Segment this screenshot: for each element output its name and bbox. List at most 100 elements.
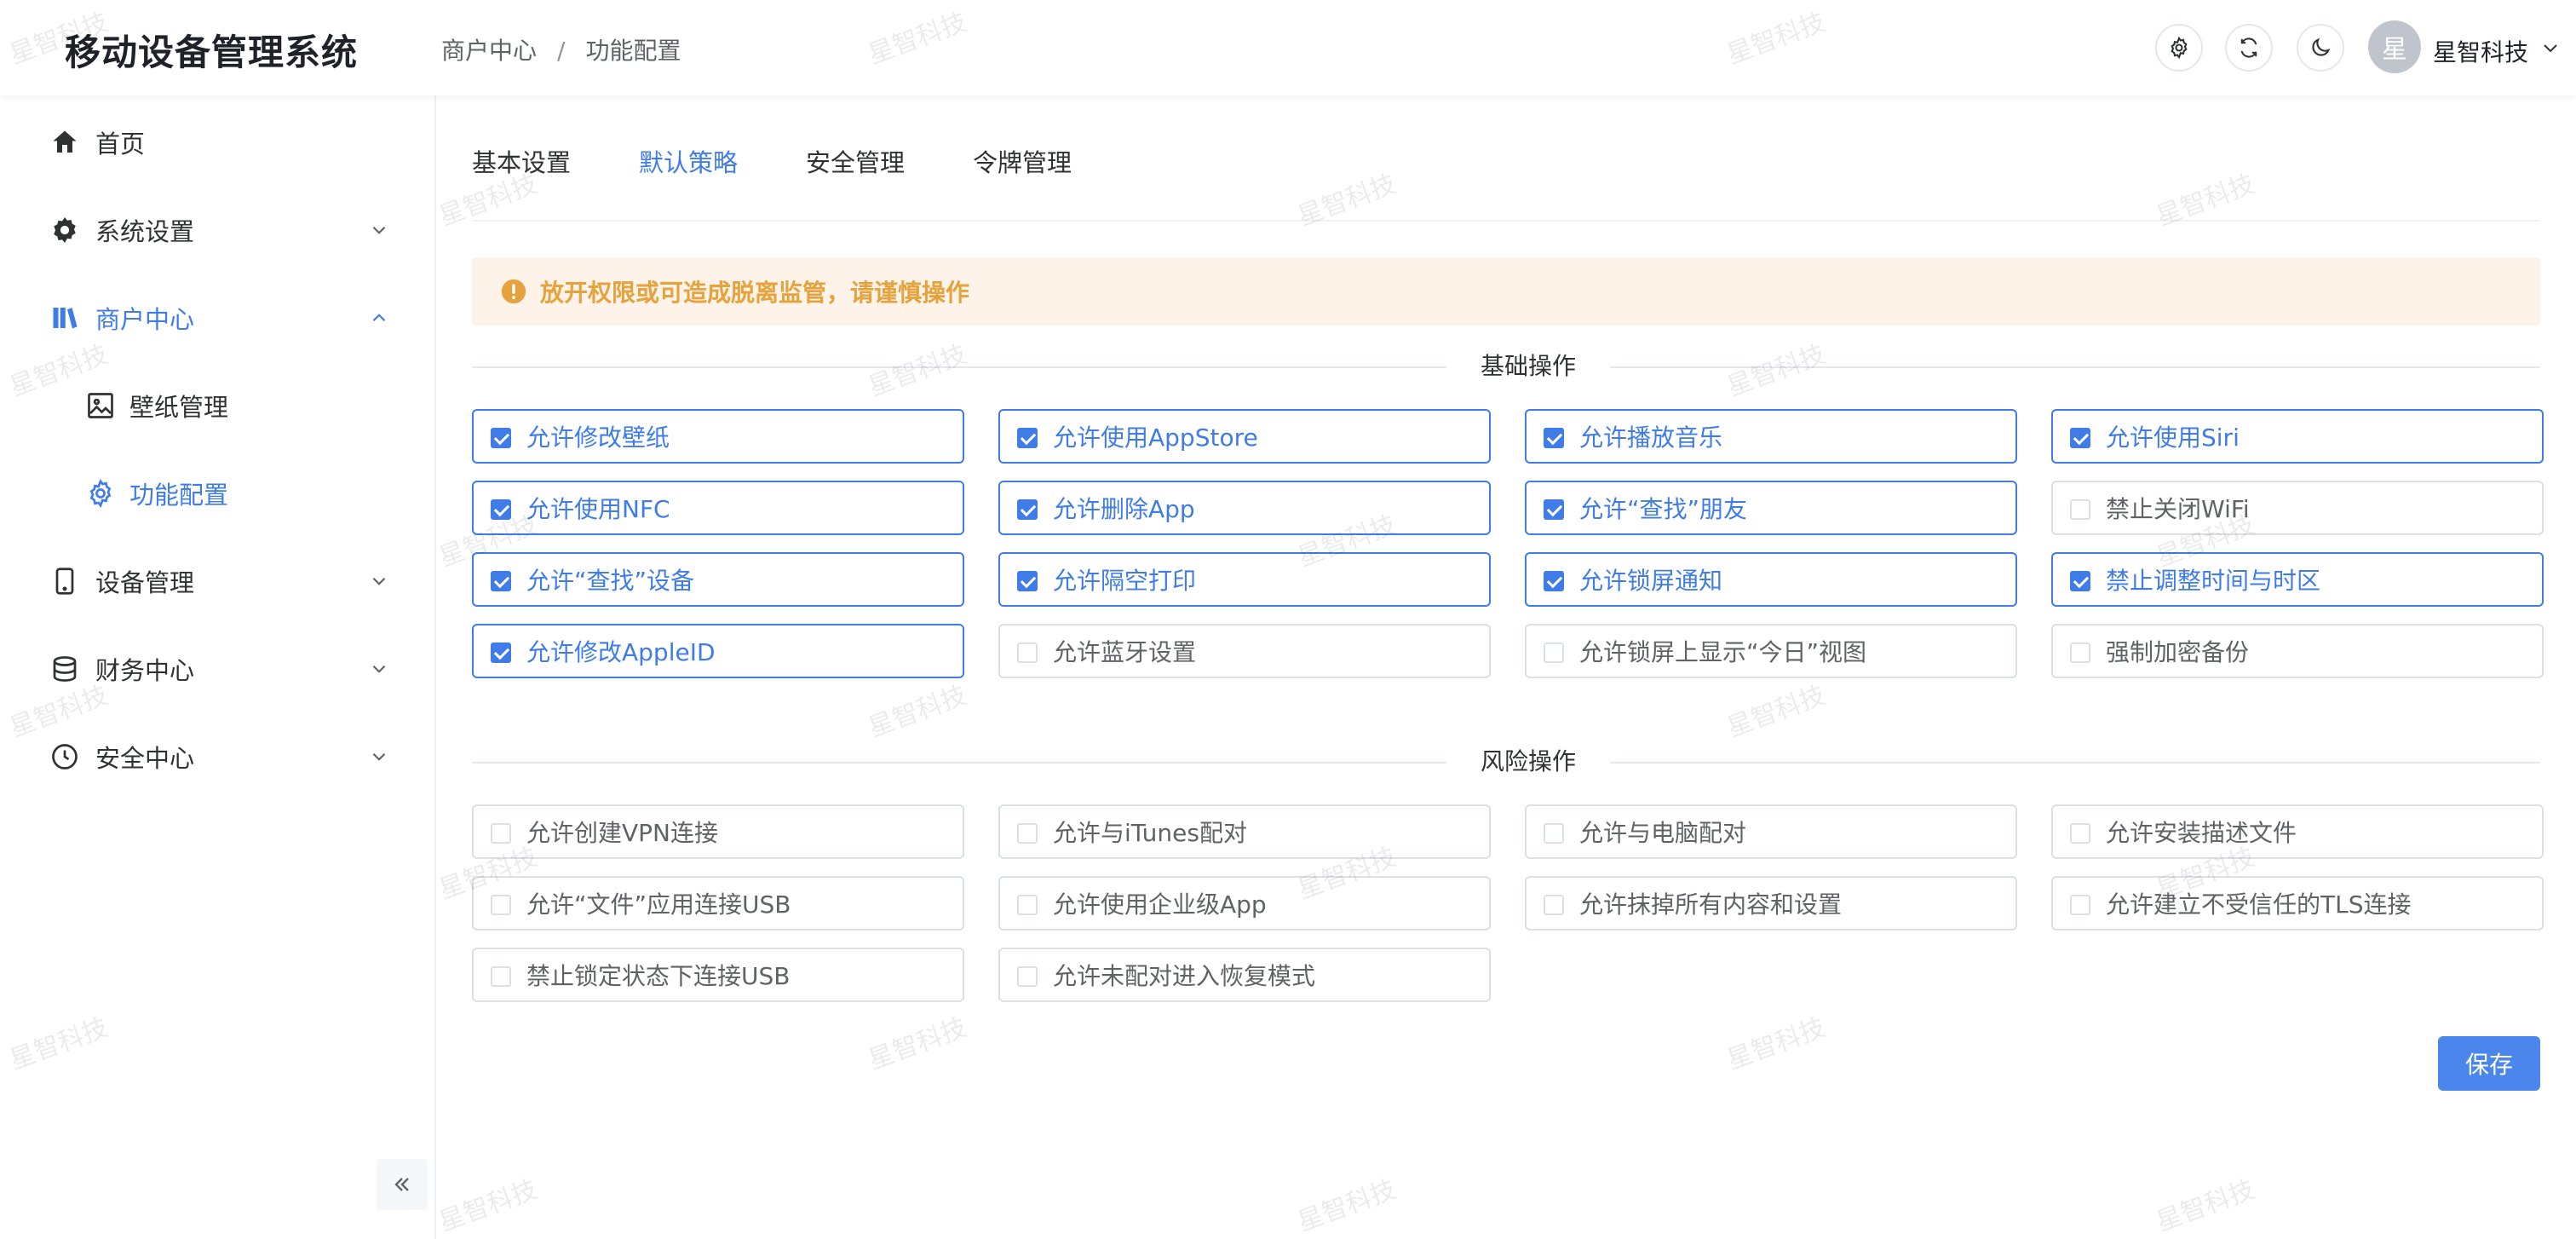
checkbox-label: 允许蓝牙设置: [1053, 638, 1197, 666]
alert-text: 放开权限或可造成脱离监管，请谨慎操作: [540, 279, 970, 307]
sidebar-item-device-management[interactable]: 设备管理: [0, 543, 436, 620]
checkbox-checked-icon[interactable]: [1017, 428, 1038, 448]
policy-checkbox[interactable]: 允许与电脑配对: [1525, 804, 2017, 859]
checkbox-unchecked-icon[interactable]: [491, 895, 511, 915]
collapse-sidebar-button[interactable]: [377, 1159, 428, 1210]
checkbox-label: 允许锁屏上显示“今日”视图: [1579, 638, 1867, 666]
checkbox-label: 允许锁屏通知: [1579, 567, 1723, 595]
tab-token-management[interactable]: 令牌管理: [973, 143, 1072, 179]
settings-button[interactable]: [2155, 24, 2203, 72]
policy-checkbox[interactable]: 允许修改壁纸: [472, 409, 964, 464]
sidebar-item-wallpaper[interactable]: 壁纸管理: [0, 367, 436, 444]
policy-checkbox[interactable]: 允许隔空打印: [998, 552, 1491, 607]
checkbox-unchecked-icon[interactable]: [1017, 643, 1038, 663]
chevron-down-icon: [372, 577, 386, 585]
checkbox-unchecked-icon[interactable]: [1017, 966, 1038, 987]
warning-icon: [501, 279, 526, 304]
checkbox-checked-icon[interactable]: [1017, 571, 1038, 591]
sidebar-item-merchant-center[interactable]: 商户中心: [0, 279, 436, 356]
policy-checkbox[interactable]: 允许创建VPN连接: [472, 804, 964, 859]
double-chevron-left-icon: [394, 1178, 409, 1191]
checkbox-checked-icon[interactable]: [1017, 499, 1038, 520]
checkbox-checked-icon[interactable]: [1544, 499, 1564, 520]
policy-checkbox[interactable]: 允许“文件”应用连接USB: [472, 876, 964, 931]
sidebar-item-label: 首页: [95, 130, 146, 158]
app-title: 移动设备管理系统: [65, 32, 359, 73]
policy-checkbox[interactable]: 允许使用Siri: [2051, 409, 2544, 464]
policy-checkbox[interactable]: 允许使用企业级App: [998, 876, 1491, 931]
chevron-down-icon[interactable]: [2540, 37, 2561, 58]
checkbox-label: 允许修改壁纸: [526, 424, 670, 452]
checkbox-unchecked-icon[interactable]: [1544, 895, 1564, 915]
policy-checkbox[interactable]: 允许安装描述文件: [2051, 804, 2544, 859]
checkbox-checked-icon[interactable]: [2070, 571, 2090, 591]
checkbox-unchecked-icon[interactable]: [2070, 643, 2090, 663]
checkbox-label: 允许使用AppStore: [1053, 424, 1258, 452]
policy-checkbox[interactable]: 允许删除App: [998, 481, 1491, 535]
tab-basic-settings[interactable]: 基本设置: [472, 143, 571, 179]
refresh-button[interactable]: [2225, 24, 2273, 72]
theme-toggle-button[interactable]: [2297, 24, 2344, 72]
checkbox-unchecked-icon[interactable]: [491, 966, 511, 987]
checkbox-checked-icon[interactable]: [491, 428, 511, 448]
checkbox-unchecked-icon[interactable]: [2070, 499, 2090, 520]
avatar[interactable]: 星: [2368, 20, 2421, 73]
tab-default-policy[interactable]: 默认策略: [639, 143, 738, 179]
phone-icon: [55, 568, 74, 595]
section-title: 基础操作: [1446, 349, 1611, 383]
policy-checkbox[interactable]: 允许使用AppStore: [998, 409, 1491, 464]
sidebar-item-home[interactable]: 首页: [0, 104, 436, 181]
sidebar-item-feature-config[interactable]: 功能配置: [0, 455, 436, 532]
checkbox-label: 允许删除App: [1053, 495, 1195, 523]
policy-checkbox[interactable]: 允许“查找”朋友: [1525, 481, 2017, 535]
sidebar-item-finance-center[interactable]: 财务中心: [0, 631, 436, 707]
policy-checkbox[interactable]: 允许与iTunes配对: [998, 804, 1491, 859]
policy-checkbox[interactable]: 允许未配对进入恢复模式: [998, 948, 1491, 1002]
checkbox-unchecked-icon[interactable]: [1544, 823, 1564, 844]
checkbox-unchecked-icon[interactable]: [2070, 823, 2090, 844]
sidebar-item-label: 功能配置: [129, 481, 229, 510]
checkbox-unchecked-icon[interactable]: [1544, 643, 1564, 663]
checkbox-checked-icon[interactable]: [491, 499, 511, 520]
coins-icon: [53, 656, 77, 682]
checkbox-checked-icon[interactable]: [1544, 428, 1564, 448]
checkbox-label: 允许与iTunes配对: [1053, 819, 1247, 847]
checkbox-checked-icon[interactable]: [2070, 428, 2090, 448]
tab-security-management[interactable]: 安全管理: [806, 143, 905, 179]
user-name[interactable]: 星智科技: [2433, 34, 2528, 68]
checkbox-label: 允许使用Siri: [2106, 424, 2240, 452]
policy-checkbox[interactable]: 允许蓝牙设置: [998, 624, 1491, 678]
checkbox-unchecked-icon[interactable]: [1017, 895, 1038, 915]
section-title: 风险操作: [1446, 745, 1611, 779]
checkbox-checked-icon[interactable]: [491, 571, 511, 591]
save-button[interactable]: 保存: [2438, 1036, 2540, 1091]
chevron-down-icon: [372, 665, 386, 673]
home-icon: [53, 130, 77, 153]
policy-checkbox[interactable]: 禁止锁定状态下连接USB: [472, 948, 964, 1002]
policy-checkbox[interactable]: 允许修改AppleID: [472, 624, 964, 678]
clock-icon: [52, 744, 78, 769]
policy-checkbox[interactable]: 允许建立不受信任的TLS连接: [2051, 876, 2544, 931]
policy-checkbox[interactable]: 禁止调整时间与时区: [2051, 552, 2544, 607]
breadcrumb: 商户中心 / 功能配置: [441, 32, 681, 66]
policy-checkbox[interactable]: 允许锁屏上显示“今日”视图: [1525, 624, 2017, 678]
policy-checkbox[interactable]: 允许锁屏通知: [1525, 552, 2017, 607]
checkbox-unchecked-icon[interactable]: [2070, 895, 2090, 915]
checkbox-checked-icon[interactable]: [1544, 571, 1564, 591]
checkbox-unchecked-icon[interactable]: [1017, 823, 1038, 844]
policy-checkbox[interactable]: 允许抹掉所有内容和设置: [1525, 876, 2017, 931]
policy-checkbox[interactable]: 允许使用NFC: [472, 481, 964, 535]
breadcrumb-item-merchant[interactable]: 商户中心: [441, 32, 537, 66]
checkbox-label: 允许“查找”设备: [526, 567, 695, 595]
policy-checkbox[interactable]: 禁止关闭WiFi: [2051, 481, 2544, 535]
policy-checkbox[interactable]: 允许播放音乐: [1525, 409, 2017, 464]
policy-checkbox[interactable]: 允许“查找”设备: [472, 552, 964, 607]
sidebar: 首页 系统设置 商户中心 壁纸管理 功能配置 设备管理 财务中心 安全中心: [0, 95, 436, 1239]
checkbox-unchecked-icon[interactable]: [491, 823, 511, 844]
gear-outline-icon: [89, 478, 112, 509]
sidebar-item-security-center[interactable]: 安全中心: [0, 718, 436, 795]
policy-checkbox[interactable]: 强制加密备份: [2051, 624, 2544, 678]
sidebar-item-system-settings[interactable]: 系统设置: [0, 192, 436, 268]
checkbox-checked-icon[interactable]: [491, 643, 511, 663]
section-divider-basic: 基础操作: [472, 349, 2540, 383]
